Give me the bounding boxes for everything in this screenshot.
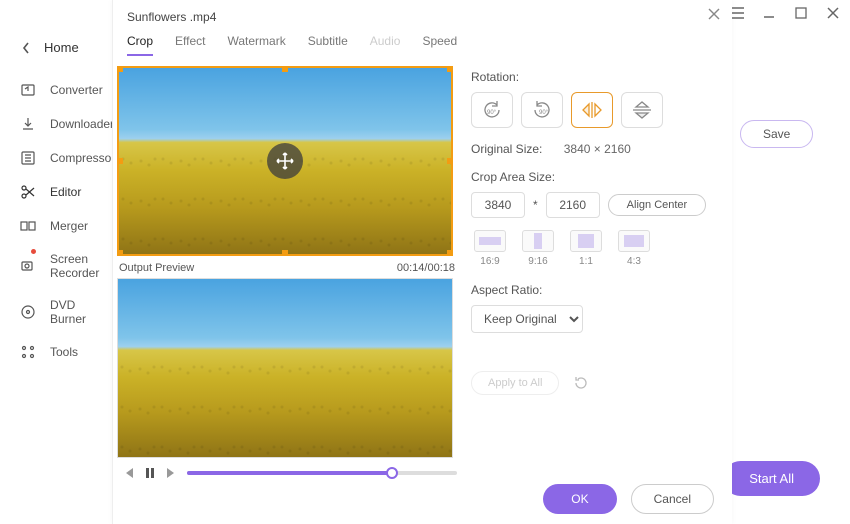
align-center-button[interactable]: Align Center (608, 194, 707, 216)
sidebar-item-label: Screen Recorder (50, 252, 99, 280)
merger-icon (20, 218, 36, 234)
crop-width-input[interactable] (471, 192, 525, 218)
playback-time: 00:14/00:18 (397, 262, 455, 274)
sidebar-item-recorder[interactable]: Screen Recorder (0, 243, 110, 289)
sidebar-item-label: Downloader (50, 117, 114, 131)
notification-dot-icon (31, 249, 36, 254)
download-icon (20, 116, 36, 132)
ratio-9-16[interactable]: 9:16 (519, 230, 557, 267)
dialog-title: Sunflowers .mp4 (113, 0, 732, 28)
settings-column: Rotation: 90° 90° (471, 66, 718, 480)
tab-subtitle[interactable]: Subtitle (308, 34, 348, 56)
tab-watermark[interactable]: Watermark (227, 34, 285, 56)
pause-icon[interactable] (143, 466, 157, 480)
sidebar-item-label: Merger (50, 219, 88, 233)
sidebar-item-label: Compressor (50, 151, 115, 165)
crop-handle[interactable] (117, 158, 123, 164)
rotate-left-button[interactable]: 90° (471, 92, 513, 128)
reset-icon[interactable] (573, 375, 589, 391)
svg-text:90°: 90° (539, 110, 549, 116)
crop-area-label: Crop Area Size: (471, 170, 718, 184)
recorder-icon (20, 258, 36, 274)
crop-handle[interactable] (447, 250, 453, 256)
ratio-16-9[interactable]: 16:9 (471, 230, 509, 267)
ratio-label: 9:16 (528, 256, 547, 267)
player-controls (117, 458, 457, 480)
sidebar-item-label: Converter (50, 83, 103, 97)
crop-handle[interactable] (117, 250, 123, 256)
flip-vertical-button[interactable] (621, 92, 663, 128)
sidebar-item-merger[interactable]: Merger (0, 209, 110, 243)
disc-icon (20, 304, 36, 320)
original-size-label: Original Size: (471, 142, 542, 156)
prev-frame-icon[interactable] (121, 466, 135, 480)
maximize-icon[interactable] (792, 4, 810, 22)
original-size-value: 3840 × 2160 (564, 142, 631, 156)
editor-dialog: Sunflowers .mp4 Crop Effect Watermark Su… (112, 0, 732, 524)
sidebar-item-downloader[interactable]: Downloader (0, 107, 110, 141)
tab-audio[interactable]: Audio (370, 34, 401, 56)
video-frame-output (118, 279, 452, 457)
svg-text:90°: 90° (487, 110, 497, 116)
crop-handle[interactable] (447, 158, 453, 164)
sidebar-item-label: DVD Burner (50, 298, 92, 326)
sidebar-item-dvdburner[interactable]: DVD Burner (0, 289, 110, 335)
crop-canvas[interactable] (117, 66, 453, 256)
ratio-label: 16:9 (480, 256, 499, 267)
chevron-left-icon (22, 42, 30, 54)
scissors-icon (20, 184, 36, 200)
multiply-sign: * (533, 198, 538, 212)
crop-handle[interactable] (447, 66, 453, 72)
save-button[interactable]: Save (740, 120, 813, 148)
minimize-icon[interactable] (760, 4, 778, 22)
slider-fill (187, 471, 392, 475)
apply-to-all-button[interactable]: Apply to All (471, 371, 559, 395)
crop-height-input[interactable] (546, 192, 600, 218)
dialog-footer: OK Cancel (543, 484, 714, 514)
compressor-icon (20, 150, 36, 166)
sidebar-item-label: Editor (50, 185, 81, 199)
editor-tabs: Crop Effect Watermark Subtitle Audio Spe… (113, 28, 732, 56)
ratio-1-1[interactable]: 1:1 (567, 230, 605, 267)
dialog-close-icon[interactable] (708, 8, 720, 20)
ratio-label: 1:1 (579, 256, 593, 267)
app-titlebar (728, 4, 842, 22)
tools-icon (20, 344, 36, 360)
rotation-label: Rotation: (471, 70, 718, 84)
sidebar-item-tools[interactable]: Tools (0, 335, 110, 369)
rotate-right-button[interactable]: 90° (521, 92, 563, 128)
ratio-label: 4:3 (627, 256, 641, 267)
sidebar-item-label: Tools (50, 345, 78, 359)
converter-icon (20, 82, 36, 98)
window-close-icon[interactable] (824, 4, 842, 22)
aspect-ratio-label: Aspect Ratio: (471, 283, 718, 297)
move-icon[interactable] (267, 143, 303, 179)
tab-effect[interactable]: Effect (175, 34, 205, 56)
crop-handle[interactable] (282, 250, 288, 256)
start-all-button[interactable]: Start All (723, 461, 820, 496)
next-frame-icon[interactable] (165, 466, 179, 480)
output-preview-label: Output Preview (119, 262, 194, 274)
preview-column: Output Preview 00:14/00:18 (117, 66, 457, 480)
slider-thumb[interactable] (386, 467, 398, 479)
sidebar-item-converter[interactable]: Converter (0, 73, 110, 107)
sidebar-item-compressor[interactable]: Compressor (0, 141, 110, 175)
sidebar: Home Converter Downloader Compressor Edi… (0, 24, 110, 377)
sidebar-item-editor[interactable]: Editor (0, 175, 110, 209)
playback-slider[interactable] (187, 471, 457, 475)
tab-crop[interactable]: Crop (127, 34, 153, 56)
output-preview (117, 278, 453, 458)
crop-handle[interactable] (282, 66, 288, 72)
tab-speed[interactable]: Speed (422, 34, 457, 56)
cancel-button[interactable]: Cancel (631, 484, 714, 514)
home-label: Home (44, 40, 79, 55)
ok-button[interactable]: OK (543, 484, 616, 514)
ratio-4-3[interactable]: 4:3 (615, 230, 653, 267)
right-column: Save (740, 120, 820, 148)
crop-handle[interactable] (117, 66, 123, 72)
flip-horizontal-button[interactable] (571, 92, 613, 128)
aspect-ratio-select[interactable]: Keep Original (471, 305, 583, 333)
back-home[interactable]: Home (0, 32, 110, 73)
